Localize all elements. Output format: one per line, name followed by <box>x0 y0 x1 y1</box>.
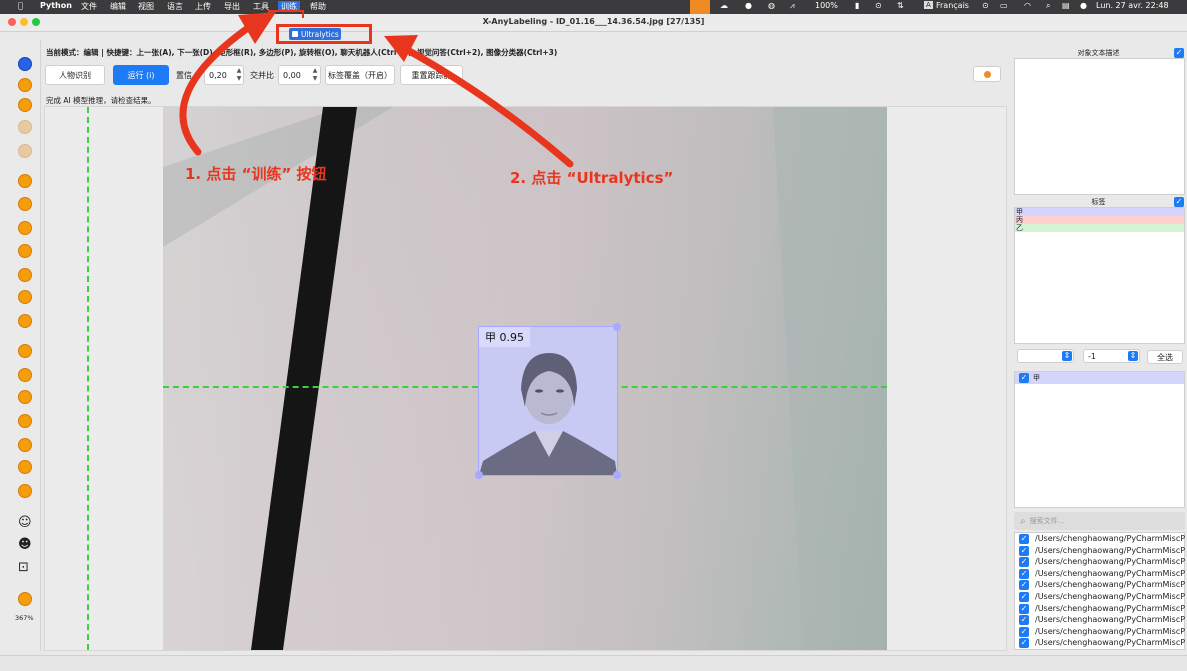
file-path: /Users/chenghaowang/PyCharmMiscProject <box>1035 580 1185 590</box>
file-checkbox[interactable]: ✓ <box>1019 626 1029 637</box>
file-checkbox[interactable]: ✓ <box>1019 603 1029 614</box>
desc-checkbox[interactable]: ✓ <box>1174 48 1184 58</box>
file-path: /Users/chenghaowang/PyCharmMiscProject <box>1035 592 1185 601</box>
labels-checkbox[interactable]: ✓ <box>1174 197 1184 207</box>
file-path: /Users/chenghaowang/PyCharmMiscProject <box>1035 545 1185 555</box>
label-filter-select[interactable]: ⇕ <box>1017 349 1074 363</box>
file-search-input[interactable]: ⌕ 搜索文件... <box>1014 512 1185 530</box>
step2-annotation: 2. 点击 “Ultralytics” <box>510 169 674 187</box>
label-item[interactable]: 乙 <box>1015 224 1184 232</box>
label-item[interactable]: 丙 <box>1015 216 1184 224</box>
group-filter-select[interactable]: -1 ⇕ <box>1083 349 1140 363</box>
labels-title: 标签 <box>1091 198 1106 206</box>
shape-name: 甲 <box>1033 374 1040 382</box>
file-checkbox[interactable]: ✓ <box>1019 615 1029 626</box>
dropdown-icon: ⇕ <box>1128 351 1138 361</box>
file-list-item[interactable]: ✓ /Users/chenghaowang/PyCharmMiscProject <box>1019 533 1185 545</box>
file-checkbox[interactable]: ✓ <box>1019 580 1029 591</box>
file-path: /Users/chenghaowang/PyCharmMiscProject <box>1035 615 1185 625</box>
search-placeholder: 搜索文件... <box>1029 517 1065 525</box>
step1-annotation: 1. 点击 “训练” 按钮 <box>185 165 327 183</box>
group-value: -1 <box>1088 351 1096 361</box>
file-list-item[interactable]: ✓ /Users/chenghaowang/PyCharmMiscProject <box>1019 591 1185 603</box>
file-checkbox[interactable]: ✓ <box>1019 568 1029 579</box>
file-path: /Users/chenghaowang/PyCharmMiscProject <box>1035 557 1185 567</box>
annotation-arrows <box>179 12 574 168</box>
file-list-item[interactable]: ✓ /Users/chenghaowang/PyCharmMiscProject <box>1019 568 1185 580</box>
file-checkbox[interactable]: ✓ <box>1019 534 1029 544</box>
search-icon: ⌕ <box>1020 515 1026 527</box>
desc-textarea[interactable] <box>1014 58 1185 195</box>
file-list-item[interactable]: ✓ /Users/chenghaowang/PyCharmMiscProject <box>1019 545 1185 557</box>
label-item[interactable]: 甲 <box>1015 208 1184 216</box>
file-path: /Users/chenghaowang/PyCharmMiscProject <box>1035 534 1185 543</box>
file-list-item[interactable]: ✓ /Users/chenghaowang/PyCharmMiscProject <box>1019 603 1185 615</box>
desc-title: 对象文本描述 <box>1077 49 1120 57</box>
file-list-item[interactable]: ✓ /Users/chenghaowang/PyCharmMiscProject <box>1019 614 1185 626</box>
shape-list[interactable]: ✓ 甲 <box>1014 371 1185 508</box>
file-checkbox[interactable]: ✓ <box>1019 557 1029 568</box>
file-path: /Users/chenghaowang/PyCharmMiscProject <box>1035 638 1185 648</box>
file-checkbox[interactable]: ✓ <box>1019 545 1029 556</box>
shape-item[interactable]: ✓ 甲 <box>1015 372 1184 384</box>
file-list-item[interactable]: ✓ /Users/chenghaowang/PyCharmMiscProject <box>1019 556 1185 568</box>
status-bar <box>0 655 1187 671</box>
shape-checkbox[interactable]: ✓ <box>1019 373 1029 383</box>
file-path: /Users/chenghaowang/PyCharmMiscProject <box>1035 626 1185 636</box>
file-checkbox[interactable]: ✓ <box>1019 592 1029 602</box>
file-path: /Users/chenghaowang/PyCharmMiscProject <box>1035 568 1185 578</box>
select-all-button[interactable]: 全选 <box>1147 350 1183 364</box>
file-list-item[interactable]: ✓ /Users/chenghaowang/PyCharmMiscProject <box>1019 579 1185 591</box>
file-checkbox[interactable]: ✓ <box>1019 638 1029 649</box>
file-path: /Users/chenghaowang/PyCharmMiscProject <box>1035 603 1185 613</box>
file-list-item[interactable]: ✓ /Users/chenghaowang/PyCharmMiscProject <box>1019 637 1185 649</box>
file-list-item[interactable]: ✓ /Users/chenghaowang/PyCharmMiscProject <box>1019 626 1185 638</box>
labels-list[interactable]: 甲 丙 乙 <box>1014 207 1185 344</box>
dropdown-icon: ⇕ <box>1062 351 1072 361</box>
